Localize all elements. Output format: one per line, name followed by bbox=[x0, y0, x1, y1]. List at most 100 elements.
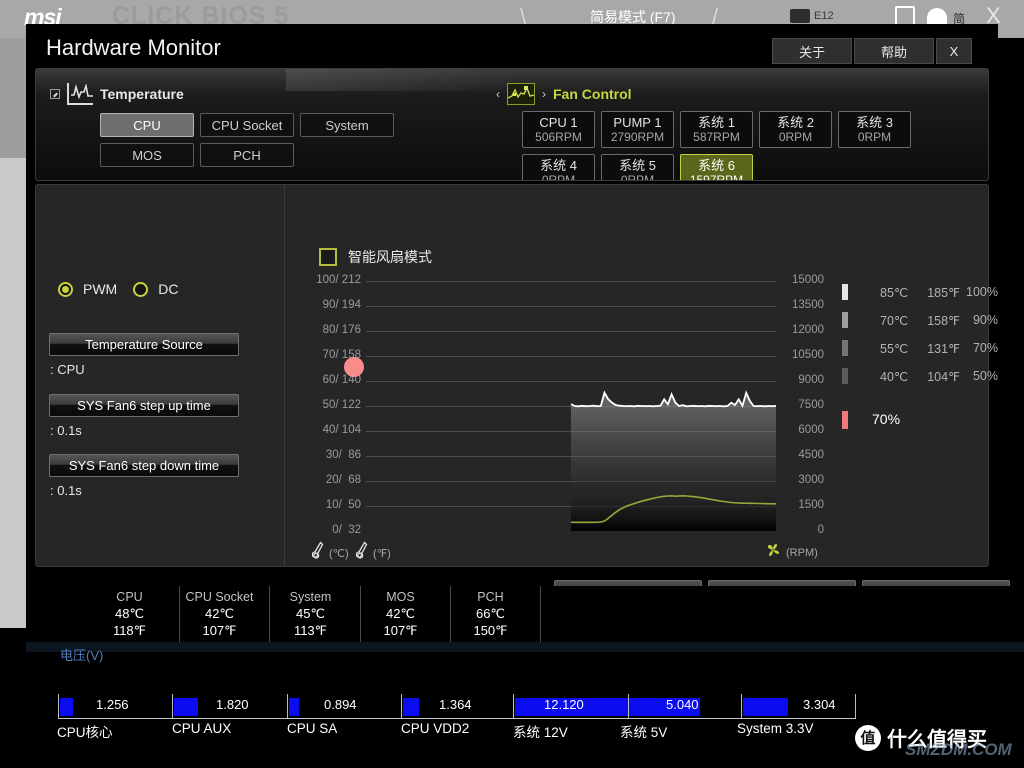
celsius-label: (℃) bbox=[329, 547, 349, 560]
fan-button-sys6[interactable]: 系统 6 1597RPM bbox=[680, 154, 753, 181]
fan-button-pump1[interactable]: PUMP 1 2790RPM bbox=[601, 111, 674, 148]
chart-footer-legend: (℃) (℉) bbox=[312, 541, 842, 563]
about-button[interactable]: 关于 bbox=[772, 38, 852, 64]
y-right-tick: 1500 bbox=[798, 500, 824, 511]
voltage-value: 1.820 bbox=[216, 697, 249, 712]
voltage-bar bbox=[403, 698, 419, 716]
fan-rpm: 0RPM bbox=[858, 130, 891, 145]
fan-button-sys4[interactable]: 系统 4 0RPM bbox=[522, 154, 595, 181]
next-arrow-icon[interactable]: › bbox=[542, 87, 546, 101]
step-up-time-field[interactable]: SYS Fan6 step up time bbox=[49, 394, 239, 417]
status-fahrenheit: 107℉ bbox=[383, 622, 417, 639]
fan-rpm: 0RPM bbox=[779, 130, 812, 145]
legend-duty: 100% bbox=[958, 285, 998, 299]
step-up-time-value: : 0.1s bbox=[50, 423, 82, 438]
fan-button-sys1[interactable]: 系统 1 587RPM bbox=[680, 111, 753, 148]
radio-dc[interactable] bbox=[133, 282, 148, 297]
dialog-title: Hardware Monitor bbox=[46, 35, 221, 61]
voltage-value: 3.304 bbox=[803, 697, 836, 712]
y-left-tick: 100/ 212 bbox=[316, 275, 361, 286]
legend-celsius: 40℃ bbox=[866, 369, 908, 384]
legend-duty: 90% bbox=[958, 313, 998, 327]
status-cell-pch: PCH 66℃ 150℉ bbox=[441, 586, 541, 642]
legend-fahrenheit: 104℉ bbox=[912, 369, 960, 384]
voltage-label-system-33v: System 3.3V bbox=[737, 721, 814, 736]
y-left-tick: 80/ 176 bbox=[323, 325, 361, 336]
tab-mos[interactable]: MOS bbox=[100, 143, 194, 167]
voltage-tick bbox=[58, 694, 59, 718]
celsius-legend: (℃) bbox=[312, 541, 349, 566]
fan-name: CPU 1 bbox=[539, 115, 577, 130]
monitor-icon[interactable] bbox=[895, 6, 915, 26]
temperature-status-bar: CPU 48℃ 118℉ CPU Socket 42℃ 107℉ System … bbox=[26, 586, 1024, 642]
radio-pwm-label: PWM bbox=[83, 281, 117, 297]
y-right-tick: 0 bbox=[818, 525, 824, 536]
step-down-time-field[interactable]: SYS Fan6 step down time bbox=[49, 454, 239, 477]
fan-name: 系统 2 bbox=[777, 115, 814, 130]
legend-row: 40℃ 104℉ 50% bbox=[836, 367, 986, 385]
help-button[interactable]: 帮助 bbox=[854, 38, 934, 64]
fan-button-cpu1[interactable]: CPU 1 506RPM bbox=[522, 111, 595, 148]
legend-duty: 70% bbox=[958, 341, 998, 355]
fan-name: 系统 5 bbox=[619, 158, 656, 173]
status-cell-cpu: CPU 48℃ 118℉ bbox=[80, 586, 180, 642]
status-celsius: 42℃ bbox=[386, 605, 415, 622]
screen-root: msi CLICK BIOS 5 \ / 简易模式 (F7) E12 简 X H… bbox=[0, 0, 1024, 768]
legend-celsius: 70℃ bbox=[866, 313, 908, 328]
legend-duty: 50% bbox=[958, 369, 998, 383]
fahrenheit-legend: (℉) bbox=[356, 541, 391, 566]
bios-side-panel-upper bbox=[0, 38, 26, 158]
fan-name: 系统 6 bbox=[698, 158, 735, 173]
y-left-tick: 0/ 32 bbox=[332, 525, 361, 536]
voltage-bar bbox=[174, 698, 198, 716]
voltage-tick bbox=[513, 694, 514, 718]
temperature-section-header: Temperature bbox=[50, 83, 184, 105]
temperature-marker[interactable] bbox=[344, 357, 364, 377]
y-left-tick: 50/ 122 bbox=[323, 400, 361, 411]
close-button[interactable]: X bbox=[936, 38, 972, 64]
bios-side-panel-lower bbox=[0, 158, 26, 628]
prev-arrow-icon[interactable]: ‹ bbox=[496, 87, 500, 101]
y-left-tick: 20/ 68 bbox=[326, 475, 361, 486]
tab-system[interactable]: System bbox=[300, 113, 394, 137]
current-duty-value: 70% bbox=[872, 411, 900, 427]
voltage-tick bbox=[741, 694, 742, 718]
fan-name: 系统 3 bbox=[856, 115, 893, 130]
screenshot-icon[interactable] bbox=[790, 9, 810, 23]
y-right-tick: 7500 bbox=[798, 400, 824, 411]
y-right-tick: 15000 bbox=[792, 275, 824, 286]
y-left-tick: 30/ 86 bbox=[326, 450, 361, 461]
fan-icon bbox=[764, 541, 782, 564]
voltage-bar bbox=[743, 698, 788, 716]
fan-control-title: Fan Control bbox=[553, 86, 632, 102]
voltage-tick bbox=[172, 694, 173, 718]
tab-cpu-socket[interactable]: CPU Socket bbox=[200, 113, 294, 137]
fan-curve-plot[interactable] bbox=[366, 281, 776, 531]
fan-name: 系统 4 bbox=[540, 158, 577, 173]
voltage-label-cpu-aux: CPU AUX bbox=[172, 721, 231, 736]
status-celsius: 66℃ bbox=[476, 605, 505, 622]
fan-button-sys5[interactable]: 系统 5 0RPM bbox=[601, 154, 674, 181]
temperature-source-value: : CPU bbox=[50, 362, 85, 377]
tab-pch[interactable]: PCH bbox=[200, 143, 294, 167]
legend-swatch-70 bbox=[842, 340, 848, 356]
radio-dc-label: DC bbox=[158, 281, 178, 297]
voltage-value: 1.256 bbox=[96, 697, 129, 712]
status-name: System bbox=[290, 589, 332, 605]
tab-cpu[interactable]: CPU bbox=[100, 113, 194, 137]
plot-svg bbox=[366, 281, 776, 531]
radio-pwm[interactable] bbox=[58, 282, 73, 297]
rpm-legend: (RPM) bbox=[764, 541, 818, 564]
fan-button-sys2[interactable]: 系统 2 0RPM bbox=[759, 111, 832, 148]
y-right-tick: 6000 bbox=[798, 425, 824, 436]
voltage-label-sys-5v: 系统 5V bbox=[620, 721, 667, 741]
collapse-checkbox-icon[interactable] bbox=[50, 89, 60, 99]
fan-button-sys3[interactable]: 系统 3 0RPM bbox=[838, 111, 911, 148]
status-name: CPU Socket bbox=[185, 589, 253, 605]
temperature-source-field[interactable]: Temperature Source bbox=[49, 333, 239, 356]
temperature-title: Temperature bbox=[100, 86, 184, 102]
smart-fan-mode-checkbox[interactable] bbox=[319, 248, 337, 266]
dome-icon[interactable] bbox=[927, 8, 947, 25]
y-right-tick: 13500 bbox=[792, 300, 824, 311]
current-duty-swatch bbox=[842, 411, 848, 429]
